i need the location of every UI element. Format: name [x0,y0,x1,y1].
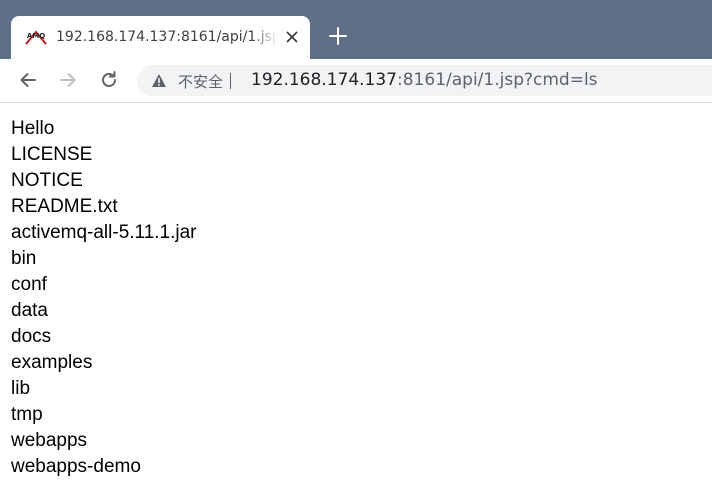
back-arrow-icon[interactable] [17,69,39,91]
active-tab[interactable]: AMQ 192.168.174.137:8161/api/1.jsp?cmd=l… [11,16,310,59]
favicon-text: AMQ [27,32,45,40]
output-line: docs [11,326,52,347]
address-bar[interactable]: 不安全 192.168.174.137:8161/api/1.jsp?cmd=l… [137,65,712,96]
output-line: conf [11,274,47,295]
output-line: tmp [11,404,43,425]
warning-triangle-icon[interactable] [151,73,167,88]
output-line: activemq-all-5.11.1.jar [11,222,197,243]
url-path: :8161/api/1.jsp?cmd=ls [397,70,598,90]
activemq-favicon-icon: AMQ [25,28,47,46]
output-line: Hello [11,118,55,139]
output-line: NOTICE [11,170,83,191]
output-line: bin [11,248,37,269]
output-line: data [11,300,48,321]
reload-icon[interactable] [98,69,120,91]
new-tab-plus-icon[interactable] [326,24,350,48]
output-line: webapps [11,430,88,451]
forward-arrow-icon[interactable] [57,69,79,91]
tab-strip: AMQ 192.168.174.137:8161/api/1.jsp?cmd=l… [0,0,712,59]
url-text[interactable]: 192.168.174.137:8161/api/1.jsp?cmd=ls [251,70,598,90]
output-line: LICENSE [11,144,93,165]
url-host: 192.168.174.137 [251,70,398,90]
output-line: README.txt [11,196,118,217]
output-line: lib [11,378,31,399]
page-content: Hello LICENSE NOTICE README.txt activemq… [11,116,701,480]
browser-toolbar: 不安全 192.168.174.137:8161/api/1.jsp?cmd=l… [0,59,712,103]
not-secure-label[interactable]: 不安全 [178,71,223,92]
output-line: webapps-demo [11,456,141,477]
close-tab-icon[interactable] [283,28,301,46]
address-separator [230,73,231,89]
output-line: examples [11,352,93,373]
tab-title: 192.168.174.137:8161/api/1.jsp?cmd=ls [56,29,278,45]
browser-window: AMQ 192.168.174.137:8161/api/1.jsp?cmd=l… [0,0,712,487]
